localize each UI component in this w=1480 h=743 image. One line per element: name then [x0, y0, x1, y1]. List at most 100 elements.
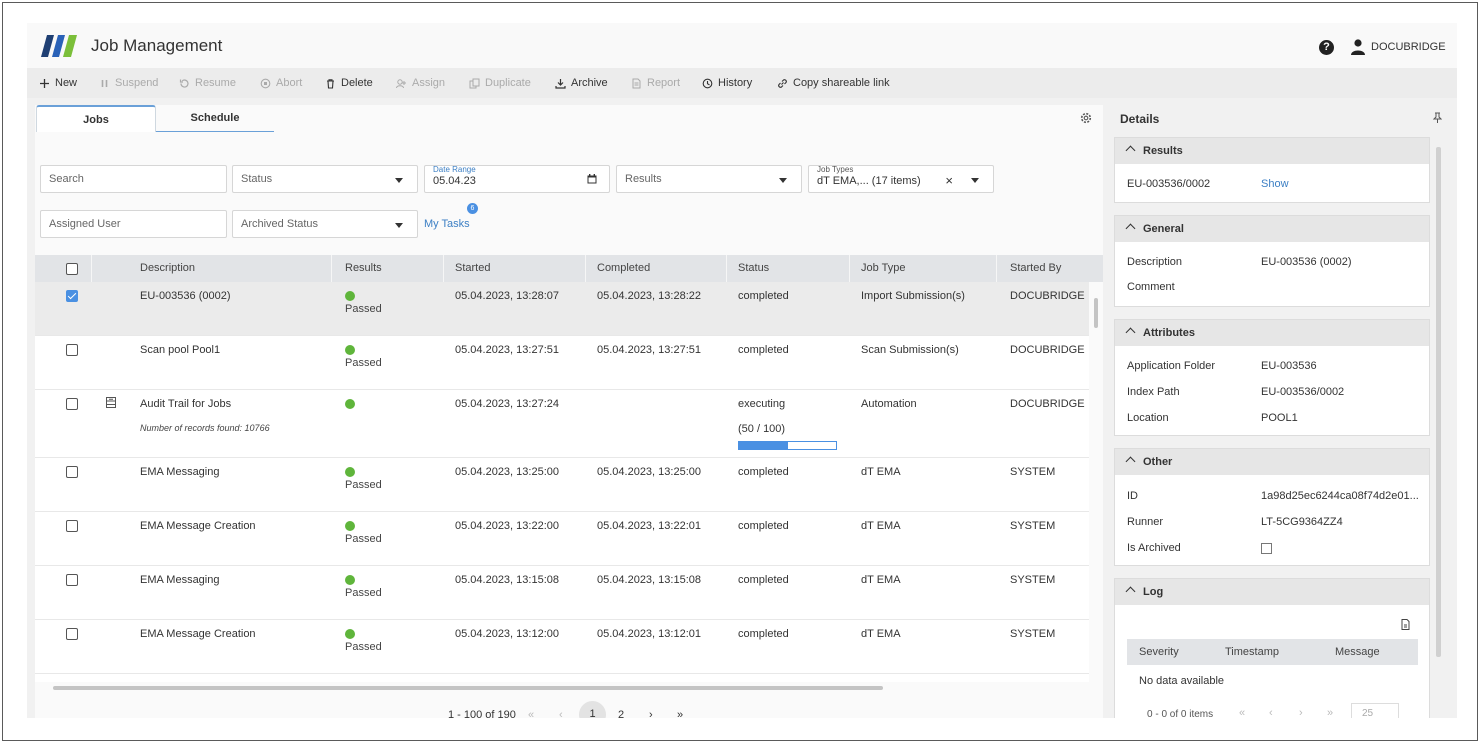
table-row[interactable]: EMA Messaging Passed 05.04.2023, 13:25:0…	[35, 458, 1089, 512]
results-card-header[interactable]: Results	[1115, 138, 1429, 164]
table-row[interactable]: Scan pool Pool1 Passed 05.04.2023, 13:27…	[35, 336, 1089, 390]
scrollbar-thumb[interactable]	[1094, 298, 1098, 328]
row-completed: 05.04.2023, 13:15:08	[597, 574, 701, 586]
table-vertical-scrollbar[interactable]	[1091, 282, 1101, 682]
table-row[interactable]	[35, 674, 1089, 682]
page-1-button[interactable]: 1	[579, 701, 606, 718]
report-button[interactable]: Report	[631, 77, 680, 89]
row-checkbox[interactable]	[66, 520, 78, 532]
close-icon[interactable]: ×	[945, 173, 953, 188]
export-file-icon[interactable]	[1401, 619, 1410, 630]
table-row[interactable]: EMA Message Creation Passed 05.04.2023, …	[35, 512, 1089, 566]
table-row[interactable]: EMA Message Creation Passed 05.04.2023, …	[35, 620, 1089, 674]
index-path-value: EU-003536/0002	[1261, 386, 1345, 398]
log-column-severity[interactable]: Severity	[1139, 646, 1179, 658]
chevron-up-icon	[1125, 223, 1136, 234]
duplicate-button[interactable]: Duplicate	[469, 77, 531, 89]
column-header-status[interactable]: Status	[738, 255, 769, 282]
job-types-select[interactable]: Job Types dT EMA,... (17 items) ×	[808, 165, 994, 193]
trash-icon	[327, 78, 334, 89]
row-status: completed	[738, 628, 789, 640]
description-value: EU-003536 (0002)	[1261, 256, 1352, 268]
general-card-header[interactable]: General	[1115, 216, 1429, 242]
row-started: 05.04.2023, 13:12:00	[455, 628, 559, 640]
log-prev-page-icon[interactable]: ‹	[1269, 707, 1273, 718]
row-checkbox[interactable]	[66, 466, 78, 478]
row-completed: 05.04.2023, 13:25:00	[597, 466, 701, 478]
row-checkbox[interactable]	[66, 344, 78, 356]
log-page-size: 25	[1362, 708, 1374, 718]
table-row[interactable]: EU-003536 (0002) Passed 05.04.2023, 13:2…	[35, 282, 1089, 336]
select-all-checkbox[interactable]	[66, 263, 78, 275]
results-show-link[interactable]: Show	[1261, 178, 1289, 190]
chevron-down-icon	[395, 178, 403, 183]
screenshot-frame: Job Management ? DOCUBRIDGE New Suspend …	[2, 2, 1478, 741]
row-checkbox[interactable]	[66, 574, 78, 586]
calendar-icon[interactable]	[587, 174, 597, 184]
column-header-description[interactable]: Description	[140, 255, 195, 282]
details-scrollbar[interactable]	[1436, 147, 1441, 657]
row-started: 05.04.2023, 13:28:07	[455, 290, 559, 302]
tab-schedule[interactable]: Schedule	[156, 105, 274, 132]
log-page-size-select[interactable]: 25	[1351, 703, 1399, 718]
table-horizontal-scrollbar[interactable]	[35, 683, 1089, 693]
page-2-button[interactable]: 2	[618, 709, 624, 718]
history-button[interactable]: History	[702, 77, 752, 89]
log-first-page-icon[interactable]: «	[1239, 707, 1245, 718]
tab-jobs[interactable]: Jobs	[36, 105, 156, 132]
last-page-icon[interactable]: »	[677, 709, 683, 718]
status-select[interactable]: Status	[232, 165, 418, 193]
row-started-by: SYSTEM	[1010, 628, 1056, 640]
assigned-user-input[interactable]: Assigned User	[40, 210, 227, 238]
help-icon[interactable]: ?	[1319, 40, 1334, 55]
copy-link-button[interactable]: Copy shareable link	[777, 77, 890, 89]
archive-button[interactable]: Archive	[555, 77, 608, 89]
row-job-type: Scan Submission(s)	[861, 344, 959, 356]
log-next-page-icon[interactable]: ›	[1299, 707, 1303, 718]
resume-button[interactable]: Resume	[179, 77, 236, 89]
log-last-page-icon[interactable]: »	[1327, 707, 1333, 718]
other-card-header[interactable]: Other	[1115, 449, 1429, 475]
database-icon	[106, 397, 116, 408]
table-row[interactable]: Audit Trail for Jobs Number of records f…	[35, 390, 1089, 458]
first-page-icon[interactable]: «	[528, 709, 534, 718]
search-input[interactable]: Search	[40, 165, 227, 193]
assign-button[interactable]: Assign	[396, 77, 445, 89]
column-header-completed[interactable]: Completed	[597, 255, 650, 282]
log-card-header[interactable]: Log	[1115, 579, 1429, 605]
row-checkbox[interactable]	[66, 398, 78, 410]
user-name[interactable]: DOCUBRIDGE	[1371, 41, 1446, 53]
column-header-results[interactable]: Results	[345, 255, 382, 282]
attributes-card-header[interactable]: Attributes	[1115, 320, 1429, 346]
row-job-type: Import Submission(s)	[861, 290, 965, 302]
gear-icon[interactable]	[1079, 111, 1093, 125]
my-tasks-link[interactable]: My Tasks	[424, 218, 470, 230]
date-range-field[interactable]: Date Range 05.04.23	[424, 165, 610, 193]
scrollbar-thumb[interactable]	[53, 686, 883, 690]
archived-status-select[interactable]: Archived Status	[232, 210, 418, 238]
abort-button[interactable]: Abort	[260, 77, 302, 89]
row-subtext: Number of records found: 10766	[140, 423, 270, 433]
user-icon[interactable]	[1351, 39, 1365, 55]
suspend-button[interactable]: Suspend	[99, 77, 158, 89]
row-job-type: dT EMA	[861, 466, 901, 478]
column-header-started-by[interactable]: Started By	[1010, 255, 1061, 282]
delete-button[interactable]: Delete	[325, 77, 373, 89]
new-button[interactable]: New	[39, 77, 77, 89]
row-checkbox[interactable]	[66, 628, 78, 640]
table-row[interactable]: EMA Messaging Passed 05.04.2023, 13:15:0…	[35, 566, 1089, 620]
toolbar: New Suspend Resume Abort Delete Assign D…	[27, 68, 1457, 98]
attributes-card-title: Attributes	[1143, 327, 1195, 339]
column-header-started[interactable]: Started	[455, 255, 490, 282]
prev-page-icon[interactable]: ‹	[559, 709, 563, 718]
results-select[interactable]: Results	[616, 165, 802, 193]
column-header-job-type[interactable]: Job Type	[861, 255, 905, 282]
row-job-type: dT EMA	[861, 574, 901, 586]
row-checkbox[interactable]	[66, 290, 78, 302]
status-dot-icon	[345, 345, 355, 355]
log-column-message[interactable]: Message	[1335, 646, 1380, 658]
new-button-label: New	[55, 77, 78, 89]
next-page-icon[interactable]: ›	[649, 709, 653, 718]
log-column-timestamp[interactable]: Timestamp	[1225, 646, 1279, 658]
pin-icon[interactable]	[1433, 112, 1442, 123]
